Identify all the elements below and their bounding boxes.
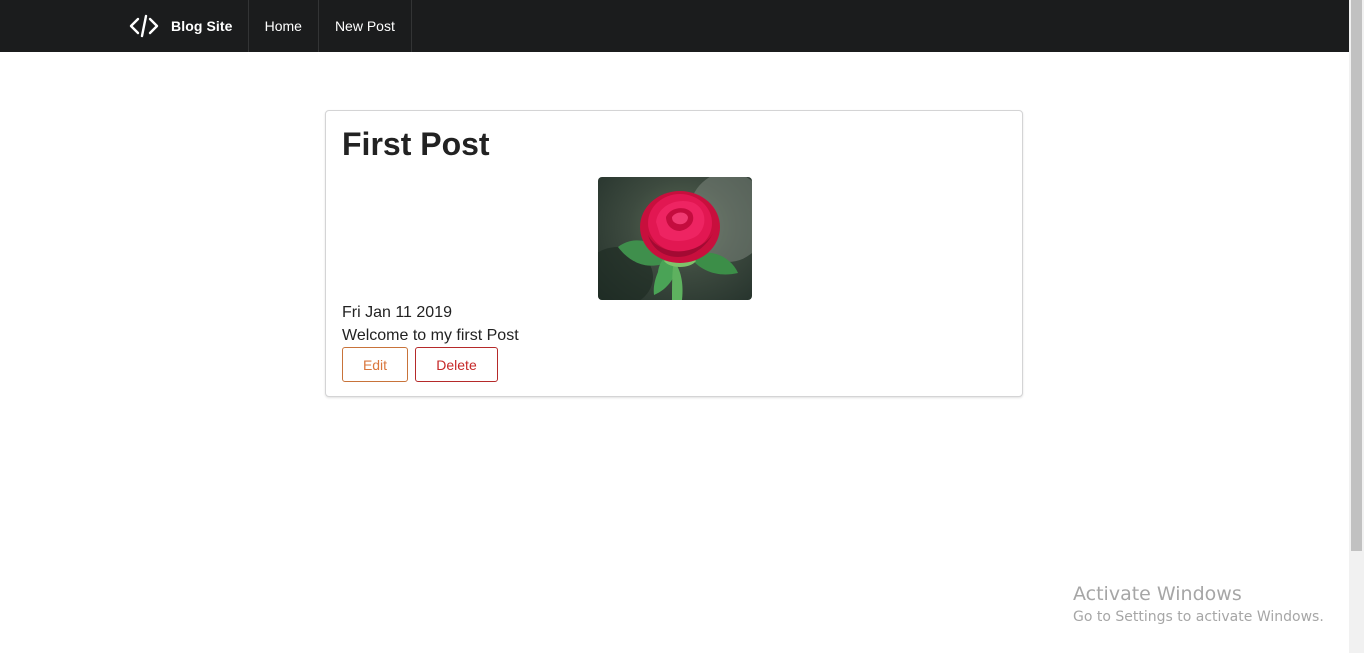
- brand-name: Blog Site: [171, 18, 233, 34]
- post-body: Welcome to my first Post: [342, 327, 519, 344]
- watermark-subtitle: Go to Settings to activate Windows.: [1073, 609, 1324, 625]
- top-navbar: Blog Site Home New Post: [0, 0, 1349, 52]
- post-title: First Post: [342, 126, 490, 162]
- windows-activation-watermark: Activate Windows Go to Settings to activ…: [1073, 582, 1324, 628]
- watermark-title: Activate Windows: [1073, 583, 1242, 605]
- edit-button[interactable]: Edit: [342, 347, 408, 382]
- rose-image: [598, 177, 752, 300]
- scrollbar-thumb[interactable]: [1351, 0, 1362, 551]
- vertical-scrollbar[interactable]: [1349, 0, 1364, 653]
- page: Blog Site Home New Post First Post Fri J…: [0, 0, 1364, 653]
- post-card: First Post Fri Jan 11 2019 Welcome to my…: [325, 110, 1023, 397]
- post-date: Fri Jan 11 2019: [342, 304, 452, 321]
- nav-item-new-post[interactable]: New Post: [319, 0, 412, 52]
- delete-button[interactable]: Delete: [415, 347, 498, 382]
- nav-item-home[interactable]: Home: [249, 0, 319, 52]
- code-icon: [129, 13, 159, 39]
- brand-link[interactable]: Blog Site: [0, 0, 249, 52]
